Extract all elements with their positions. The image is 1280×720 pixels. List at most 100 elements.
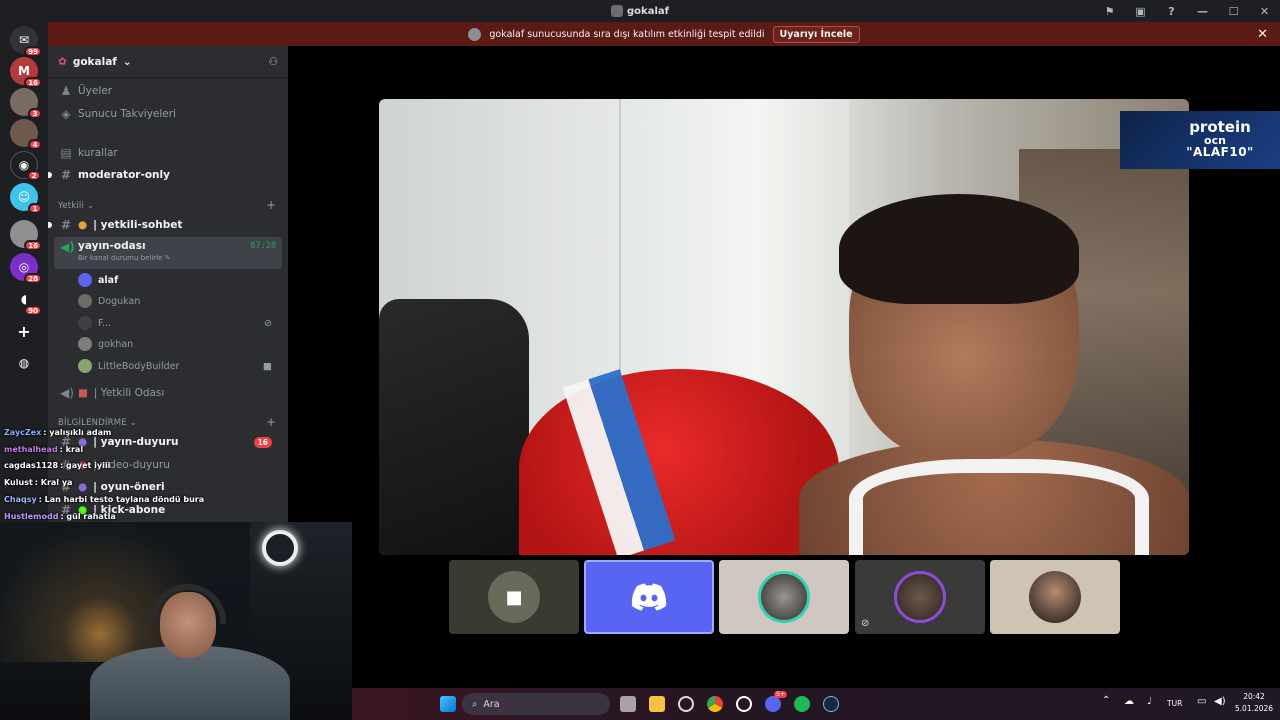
chat-text: gayet iyiii — [66, 461, 111, 471]
server-icon[interactable]: ◎ 28 — [10, 253, 42, 284]
channel-moderator-only[interactable]: # moderator-only — [48, 164, 282, 186]
avatar — [78, 359, 92, 373]
streamer-webcam — [0, 522, 352, 720]
chrome-icon[interactable] — [707, 696, 723, 712]
server-header[interactable]: ✿ gokalaf ⌄ ⚇ — [48, 46, 288, 78]
members-item[interactable]: ♟ Üyeler — [54, 80, 282, 102]
voice-user[interactable]: gokhan — [78, 334, 278, 354]
notification-badge: 2 — [27, 170, 41, 181]
chat-message: Kulust: Kral ya — [4, 478, 73, 488]
camera-icon: ■ — [263, 360, 272, 372]
voice-user[interactable]: alaf — [78, 270, 278, 290]
server-icon[interactable]: 4 — [10, 119, 42, 150]
voice-channel-yetkili-odasi[interactable]: ◀) ■ | Yetkili Odası — [54, 382, 282, 404]
taskbar-search[interactable]: ⌕ Ara — [462, 693, 610, 715]
participant-tile[interactable] — [719, 560, 849, 634]
channel-label: kurallar — [78, 147, 118, 159]
eye-server-icon[interactable]: ◉ 2 — [10, 151, 41, 181]
server-boosts-label: Sunucu Takviyeleri — [78, 108, 177, 120]
rules-icon: ▤ — [60, 146, 72, 160]
chat-text: Lan harbi testo taylana döndü bura — [44, 494, 205, 504]
server-icon[interactable]: ☺ 1 — [10, 183, 42, 214]
gokalaf-server-icon[interactable]: 16 — [10, 220, 42, 251]
voice-user[interactable]: Dogukan — [78, 291, 278, 311]
notification-badge: 5+ — [774, 691, 787, 698]
chat-message: ZaycZex: yalışıklı adam — [4, 428, 112, 437]
title-bar: gokalaf ⚑ ▣ ? — ☐ ✕ — [0, 0, 1280, 22]
review-warning-button[interactable]: Uyarıyı İncele — [772, 25, 860, 43]
notification-badge: 99 — [24, 46, 42, 57]
main-video-stream[interactable] — [379, 99, 1189, 555]
clock-date[interactable]: 5.01.2026 — [1232, 704, 1276, 713]
discord-icon[interactable]: 5+ — [765, 691, 787, 712]
server-name: gokalaf — [72, 55, 117, 68]
chat-text: gül rahatla — [66, 511, 116, 521]
chat-username: Hustlemodd — [4, 511, 59, 521]
direct-messages-icon[interactable]: ✉ 99 — [10, 26, 42, 57]
channel-yetkili-sohbet[interactable]: # ● | yetkili-sohbet — [48, 214, 282, 236]
volume-icon[interactable]: ◀) — [1214, 696, 1226, 707]
onedrive-icon[interactable]: ☁ — [1124, 696, 1134, 707]
chevron-down-icon: ⌄ — [122, 55, 132, 68]
set-channel-status[interactable]: Bir kanal durumu belirle ✎ — [78, 254, 171, 262]
voice-user[interactable]: F... ⊘ — [78, 313, 278, 333]
participant-tile[interactable]: ⊘ — [855, 560, 985, 634]
voice-user-name: LittleBodyBuilder — [98, 360, 180, 372]
voice-channel-label: yayın-odası — [78, 240, 146, 252]
help-icon[interactable]: ? — [1156, 5, 1187, 18]
chat-message: Chaqsy: Lan harbi testo taylana döndü bu… — [4, 494, 205, 504]
create-channel-icon[interactable]: + — [266, 415, 276, 429]
voice-user[interactable]: LittleBodyBuilder ■ — [78, 356, 278, 376]
input-language[interactable]: TUR — [1167, 699, 1182, 708]
voice-channel-yayin-odasi[interactable]: ◀) yayın-odası Bir kanal durumu belirle … — [54, 237, 282, 269]
close-button[interactable]: ✕ — [1249, 5, 1280, 18]
avatar — [758, 571, 810, 623]
inbox-icon[interactable]: ⚑ — [1094, 5, 1125, 18]
voice-user-name: gokhan — [98, 338, 134, 350]
invite-people-icon[interactable]: ⚇ — [269, 56, 278, 68]
server-icon[interactable]: ◖ 90 — [10, 285, 42, 316]
minimize-button[interactable]: — — [1187, 5, 1218, 18]
chevron-up-icon[interactable]: ⌃ — [1102, 695, 1110, 706]
chatgpt-icon[interactable] — [736, 696, 752, 712]
avatar — [78, 316, 92, 330]
chat-text: kral — [65, 444, 84, 454]
microphone-icon[interactable]: ♩ — [1147, 696, 1152, 707]
app-icon[interactable] — [678, 696, 694, 712]
participant-tile[interactable] — [990, 560, 1120, 634]
clock-time[interactable]: 20:42 — [1232, 692, 1276, 701]
create-channel-icon[interactable]: + — [266, 198, 276, 212]
briefcase-icon: ■ — [78, 387, 88, 399]
discover-icon[interactable]: ◍ — [10, 349, 38, 377]
steam-icon[interactable] — [823, 696, 839, 712]
category-label: Yetkili — [58, 201, 85, 211]
medal-icon: ● — [78, 219, 88, 231]
server-boosts-item[interactable]: ◈ Sunucu Takviyeleri — [54, 103, 282, 125]
chat-message: methalhead: kral — [4, 444, 84, 454]
participant-tile-active[interactable] — [584, 560, 714, 634]
close-notice-icon[interactable]: ✕ — [1257, 27, 1268, 42]
boost-icon: ◈ — [61, 107, 71, 121]
task-view-icon[interactable] — [620, 696, 636, 712]
channel-kurallar[interactable]: ▤ kurallar — [54, 142, 282, 164]
server-icon[interactable]: M 16 — [10, 57, 42, 88]
stream-chat-overlay: ZaycZex: yalışıklı adam methalhead: kral… — [4, 425, 264, 525]
notification-badge: 28 — [24, 273, 42, 284]
maximize-button[interactable]: ☐ — [1218, 5, 1249, 18]
monitor-icon[interactable]: ▣ — [1125, 5, 1156, 18]
avatar — [78, 294, 92, 308]
hash-icon: # — [60, 168, 72, 182]
channel-label: | Yetkili Odası — [93, 387, 165, 399]
server-icon[interactable]: 3 — [10, 88, 42, 119]
chat-username: Kulust — [4, 478, 33, 488]
spotify-icon[interactable] — [794, 696, 810, 712]
muted-icon: ⊘ — [861, 618, 870, 629]
participant-tile[interactable]: ■ — [449, 560, 579, 634]
voice-user-name: alaf — [98, 274, 119, 286]
file-explorer-icon[interactable] — [649, 696, 665, 712]
network-icon[interactable]: ▭ — [1197, 696, 1206, 707]
category-yetkili[interactable]: Yetkili ⌄ — [58, 201, 94, 211]
start-button-icon[interactable] — [440, 696, 456, 712]
add-server-icon[interactable]: + — [10, 317, 38, 345]
search-placeholder: Ara — [483, 698, 500, 710]
